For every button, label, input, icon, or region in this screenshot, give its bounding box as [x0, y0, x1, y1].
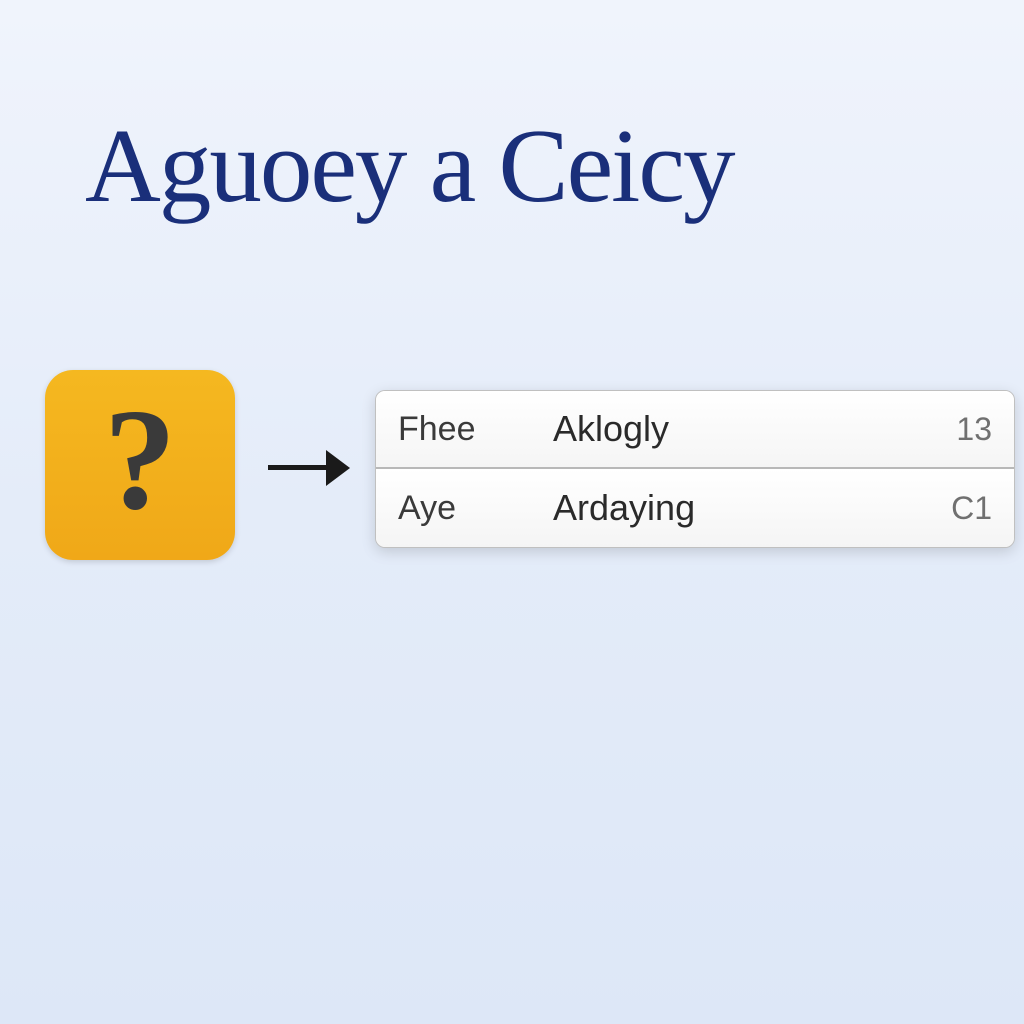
list-item[interactable]: Aye Ardaying C1	[376, 469, 1014, 547]
list-item[interactable]: Fhee Aklogly 13	[376, 391, 1014, 469]
row-label-mid: Ardaying	[553, 487, 917, 529]
help-icon[interactable]: ?	[45, 370, 235, 560]
row-value-right: 13	[917, 411, 992, 448]
results-panel: Fhee Aklogly 13 Aye Ardaying C1	[375, 390, 1015, 548]
row-label-left: Fhee	[398, 410, 553, 449]
page-title: Aguoey a Ceicy	[85, 105, 733, 226]
row-value-right: C1	[917, 490, 992, 527]
row-label-left: Aye	[398, 489, 553, 528]
arrow-right-icon	[268, 448, 353, 488]
question-mark-icon: ?	[104, 388, 177, 533]
row-label-mid: Aklogly	[553, 408, 917, 450]
